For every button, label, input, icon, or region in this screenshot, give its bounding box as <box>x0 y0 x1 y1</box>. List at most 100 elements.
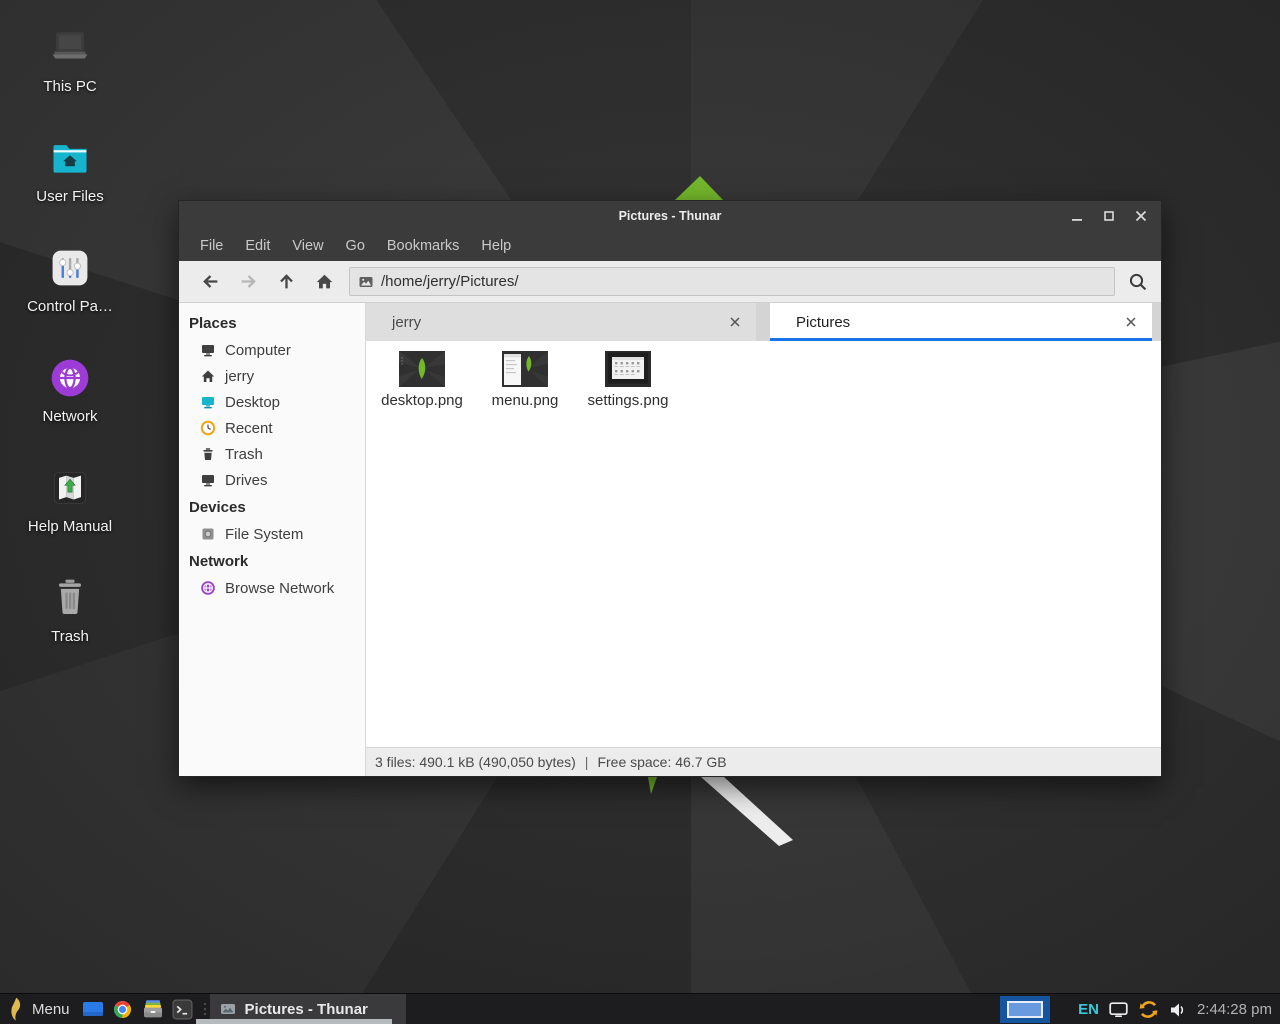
this-pc-icon <box>15 26 125 70</box>
tray-updates-icon[interactable] <box>1138 999 1159 1020</box>
side-drives-icon <box>200 472 216 488</box>
control-pa-icon <box>15 246 125 290</box>
desktop-icon-this-pc[interactable]: This PC <box>15 26 125 95</box>
side-desktop-icon <box>200 394 216 410</box>
path-text: /home/jerry/Pictures/ <box>381 273 519 290</box>
menu-edit[interactable]: Edit <box>234 231 281 261</box>
keyboard-layout-indicator[interactable]: EN <box>1078 1001 1099 1018</box>
sidebar-item-computer[interactable]: Computer <box>179 337 365 363</box>
menu-go[interactable]: Go <box>335 231 376 261</box>
task-button-label: Pictures - Thunar <box>245 1001 368 1018</box>
sidebar-item-desktop[interactable]: Desktop <box>179 389 365 415</box>
menu-button-label: Menu <box>32 1001 70 1018</box>
nav-back-button[interactable] <box>191 265 229 299</box>
nav-buttons <box>191 265 343 299</box>
sidebar-item-label: jerry <box>225 368 254 385</box>
desktop-icon-label: User Files <box>15 188 125 205</box>
side-trash-icon <box>200 446 216 462</box>
tab-close-icon[interactable] <box>1122 313 1140 332</box>
file-name: desktop.png <box>374 392 470 409</box>
image-file-icon <box>358 274 374 290</box>
clock[interactable]: 2:44:28 pm <box>1197 1001 1272 1018</box>
desktop-icon-control-pa[interactable]: Control Pa… <box>15 246 125 315</box>
tray-icons <box>1109 999 1187 1020</box>
path-bar[interactable]: /home/jerry/Pictures/ <box>349 267 1115 296</box>
sidebar-item-file-system[interactable]: File System <box>179 521 365 547</box>
thunar-window: Pictures - Thunar FileEditViewGoBookmark… <box>178 200 1162 777</box>
desktop-icon-label: Control Pa… <box>15 298 125 315</box>
menu-bookmarks[interactable]: Bookmarks <box>376 231 471 261</box>
desktop-icon-label: Help Manual <box>15 518 125 535</box>
thumbnail-settings-png <box>580 351 676 387</box>
tab-pictures[interactable]: Pictures <box>770 303 1152 341</box>
sidebar-item-jerry[interactable]: jerry <box>179 363 365 389</box>
status-files-summary: 3 files: 490.1 kB (490,050 bytes) <box>375 754 576 770</box>
menu-view[interactable]: View <box>281 231 334 261</box>
user-files-icon <box>15 136 125 180</box>
tab-close-icon[interactable] <box>726 313 744 332</box>
tray-display-icon[interactable] <box>1109 999 1128 1020</box>
file-menu-png[interactable]: menu.png <box>477 351 573 409</box>
search-button[interactable] <box>1115 265 1161 299</box>
sidebar-item-label: File System <box>225 526 303 543</box>
sidebar-header-devices: Devices <box>179 493 365 521</box>
sidebar-item-drives[interactable]: Drives <box>179 467 365 493</box>
sidebar-header-places: Places <box>179 309 365 337</box>
nav-forward-button[interactable] <box>229 265 267 299</box>
main-pane: jerry Pictures desktop.png menu.png sett… <box>366 303 1161 776</box>
sidebar: Places Computer jerry Desktop Recent Tra… <box>179 303 366 776</box>
system-tray: EN 2:44:28 pm <box>1078 994 1272 1024</box>
tab-jerry[interactable]: jerry <box>366 303 756 341</box>
tray-volume-icon[interactable] <box>1169 999 1187 1020</box>
distro-menu-icon <box>8 997 25 1022</box>
forward-icon <box>239 272 258 291</box>
status-separator: | <box>585 754 589 770</box>
launcher-show-desktop[interactable] <box>78 994 108 1024</box>
close-button[interactable] <box>1131 206 1151 226</box>
sidebar-item-recent[interactable]: Recent <box>179 415 365 441</box>
thumbnail-desktop-png <box>374 351 470 387</box>
status-bar: 3 files: 490.1 kB (490,050 bytes) | Free… <box>366 747 1161 776</box>
thunar-task-icon <box>220 1001 236 1017</box>
desktop-icon-trash[interactable]: Trash <box>15 576 125 645</box>
titlebar[interactable]: Pictures - Thunar <box>179 201 1161 231</box>
window-controls <box>1067 201 1151 231</box>
maximize-button[interactable] <box>1099 206 1119 226</box>
workspace-switcher[interactable] <box>1000 996 1050 1023</box>
sidebar-item-label: Desktop <box>225 394 280 411</box>
file-settings-png[interactable]: settings.png <box>580 351 676 409</box>
launcher-terminal[interactable] <box>168 994 198 1024</box>
toolbar: /home/jerry/Pictures/ <box>179 261 1161 303</box>
menu-help[interactable]: Help <box>470 231 522 261</box>
menu-file[interactable]: File <box>189 231 234 261</box>
desktop-icon-network[interactable]: Network <box>15 356 125 425</box>
desktop-icon-help-manual[interactable]: Help Manual <box>15 466 125 535</box>
network-icon <box>15 356 125 400</box>
nav-home-button[interactable] <box>305 265 343 299</box>
launcher-file-cabinet[interactable] <box>138 994 168 1024</box>
minimize-button[interactable] <box>1067 206 1087 226</box>
nav-up-button[interactable] <box>267 265 305 299</box>
sidebar-item-browse-network[interactable]: Browse Network <box>179 575 365 601</box>
up-icon <box>277 272 296 291</box>
desktop-icon-label: Network <box>15 408 125 425</box>
file-name: menu.png <box>477 392 573 409</box>
desktop-icon-label: This PC <box>15 78 125 95</box>
desktop-icon-user-files[interactable]: User Files <box>15 136 125 205</box>
launcher-chrome[interactable] <box>108 994 138 1024</box>
app-menu-button[interactable]: Menu <box>0 994 78 1024</box>
sidebar-item-label: Recent <box>225 420 273 437</box>
status-free-space: Free space: 46.7 GB <box>597 754 726 770</box>
sidebar-item-label: Trash <box>225 446 263 463</box>
home-icon <box>315 272 334 291</box>
back-icon <box>201 272 220 291</box>
file-desktop-png[interactable]: desktop.png <box>374 351 470 409</box>
sidebar-item-label: Drives <box>225 472 268 489</box>
screen: This PC User Files Control Pa… Network H… <box>0 0 1280 1024</box>
sidebar-header-network: Network <box>179 547 365 575</box>
sidebar-item-label: Computer <box>225 342 291 359</box>
search-icon <box>1128 272 1148 292</box>
sidebar-item-trash[interactable]: Trash <box>179 441 365 467</box>
side-home-icon <box>200 368 216 384</box>
sidebar-item-label: Browse Network <box>225 580 334 597</box>
